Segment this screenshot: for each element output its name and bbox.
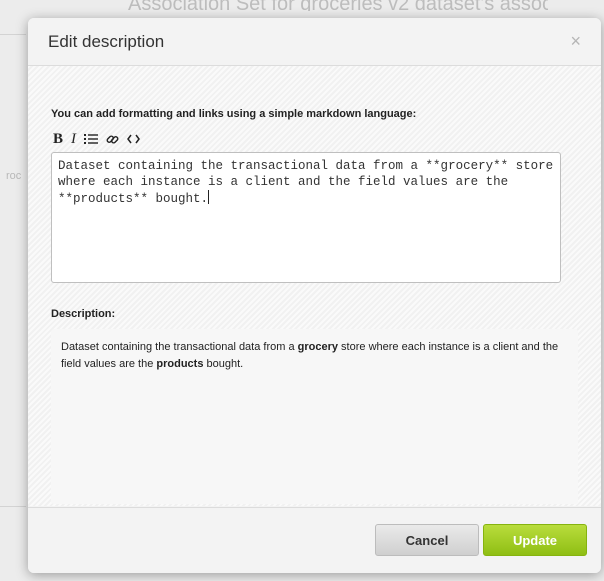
italic-icon[interactable]: I xyxy=(71,131,76,148)
update-button[interactable]: Update xyxy=(483,524,587,556)
bold-icon[interactable]: B xyxy=(53,131,63,148)
background-page-title: Association Set for groceries v2 dataset… xyxy=(128,0,548,11)
close-icon[interactable]: × xyxy=(570,31,581,52)
text-caret xyxy=(208,190,210,204)
background-divider xyxy=(0,506,26,507)
preview-text: bought. xyxy=(203,358,244,370)
markdown-toolbar: B I xyxy=(53,130,140,148)
description-preview-label: Description: xyxy=(51,308,116,320)
edit-description-dialog: Edit description × You can add formattin… xyxy=(28,18,601,573)
dialog-header: Edit description × xyxy=(28,18,601,66)
dialog-title: Edit description xyxy=(48,32,165,51)
background-side-text: roc xyxy=(6,170,22,182)
cancel-button[interactable]: Cancel xyxy=(375,524,479,556)
preview-bold-text: grocery xyxy=(297,341,338,353)
background-divider xyxy=(0,34,26,35)
link-icon[interactable] xyxy=(106,133,119,146)
description-preview: Dataset containing the transactional dat… xyxy=(51,329,578,504)
dialog-body: You can add formatting and links using a… xyxy=(28,66,601,506)
editor-text: Dataset containing the transactional dat… xyxy=(58,159,561,206)
description-editor[interactable]: Dataset containing the transactional dat… xyxy=(51,152,561,283)
list-icon[interactable] xyxy=(84,133,99,145)
markdown-hint: You can add formatting and links using a… xyxy=(51,108,417,120)
code-icon[interactable] xyxy=(127,133,140,145)
dialog-footer: Cancel Update xyxy=(28,507,601,573)
preview-bold-text: products xyxy=(156,358,204,370)
preview-text: Dataset containing the transactional dat… xyxy=(61,341,298,353)
